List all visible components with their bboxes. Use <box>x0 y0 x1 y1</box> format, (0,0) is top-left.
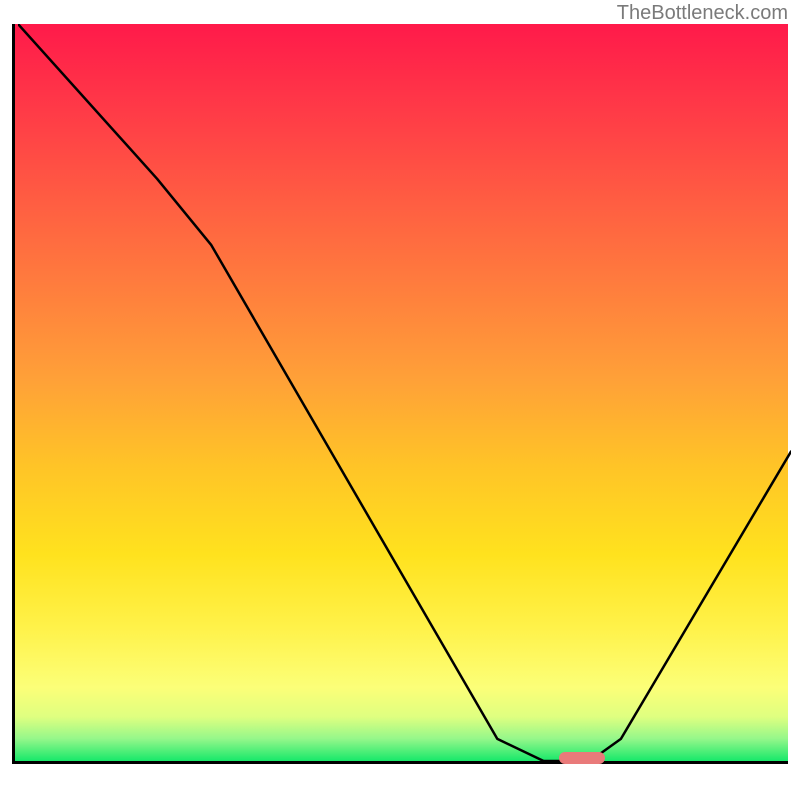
watermark-text: TheBottleneck.com <box>617 2 788 25</box>
bottleneck-curve <box>18 24 791 761</box>
plot-area <box>12 24 788 764</box>
optimal-marker <box>559 752 605 764</box>
chart-container <box>12 24 788 788</box>
